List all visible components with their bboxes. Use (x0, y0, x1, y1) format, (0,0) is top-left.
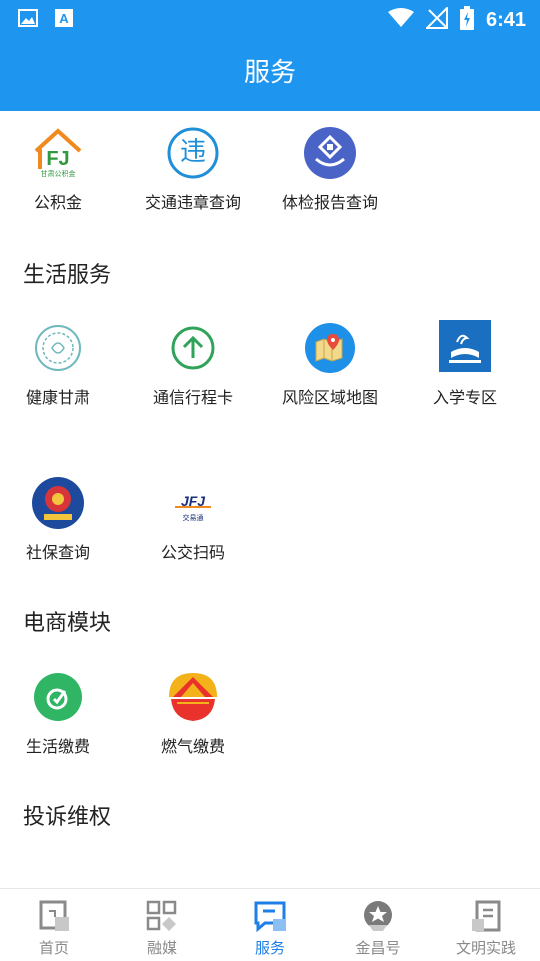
service-label: 通信行程卡 (152, 388, 233, 407)
traffic-violation-icon: 违 (165, 125, 221, 181)
section-title-life-services: 生活服务 (23, 263, 112, 288)
nav-label: 首页 (38, 939, 69, 957)
battery-charging-icon (459, 6, 474, 34)
service-label: 健康甘肃 (25, 388, 90, 407)
social-security-icon (30, 475, 86, 531)
nav-item-jinchang[interactable]: 金昌号 (324, 889, 432, 961)
service-bus-scan[interactable]: JFJ 交易通 公交扫码 (125, 461, 261, 571)
bottom-navigation: 首页 融媒 服务 金昌号 文明实践 (0, 888, 540, 961)
bus-scan-icon: JFJ 交易通 (165, 475, 221, 531)
health-report-icon (302, 125, 358, 181)
service-label: 风险区域地图 (281, 388, 378, 407)
home-icon (37, 899, 71, 933)
housing-fund-icon: FJ 甘肃公积金 (30, 125, 86, 181)
gas-payment-icon (165, 669, 221, 725)
no-signal-icon (424, 5, 448, 33)
service-label: 生活缴费 (25, 737, 90, 756)
service-risk-map[interactable]: 风险区域地图 (262, 306, 398, 416)
service-health-report[interactable]: 体检报告查询 (262, 111, 398, 221)
bus-scan-logo-text: 交易通 (182, 514, 204, 522)
clock: 6:41 (485, 8, 526, 31)
civilization-icon (469, 899, 503, 933)
travel-card-icon (165, 320, 221, 376)
media-icon (145, 899, 179, 933)
service-label: 燃气缴费 (160, 737, 225, 756)
nav-label: 金昌号 (355, 939, 401, 957)
health-gansu-icon (30, 320, 86, 376)
service-label: 公交扫码 (160, 543, 225, 562)
service-utility-payment[interactable]: 生活缴费 (0, 655, 126, 765)
traffic-violation-char: 违 (179, 137, 206, 167)
svg-text:A: A (59, 11, 69, 26)
housing-fund-logo-text: 甘肃公积金 (40, 170, 76, 178)
nav-label: 文明实践 (455, 939, 516, 957)
service-housing-fund[interactable]: FJ 甘肃公积金 公积金 (0, 111, 126, 221)
service-label: 公积金 (33, 193, 82, 212)
font-notification-icon: A (54, 8, 74, 32)
risk-map-icon (302, 320, 358, 376)
utility-payment-icon (30, 669, 86, 725)
enrollment-icon (437, 320, 493, 376)
service-content: FJ 甘肃公积金 公积金 违 交通违章查询 体检报告查询 生活服务 健康甘肃 通… (0, 111, 540, 888)
nav-label: 服务 (254, 939, 285, 957)
nav-item-civilization[interactable]: 文明实践 (432, 889, 540, 961)
app-bar: 服务 (0, 36, 540, 111)
service-enrollment[interactable]: 入学专区 (397, 306, 533, 416)
service-label: 交通违章查询 (144, 193, 241, 212)
nav-item-media[interactable]: 融媒 (108, 889, 216, 961)
service-traffic-violation[interactable]: 违 交通违章查询 (125, 111, 261, 221)
service-health-gansu[interactable]: 健康甘肃 (0, 306, 126, 416)
nav-item-service[interactable]: 服务 (216, 889, 324, 961)
page-title: 服务 (243, 58, 296, 88)
section-title-complaints[interactable]: 投诉维权 (23, 799, 111, 831)
service-gas-payment[interactable]: 燃气缴费 (125, 655, 261, 765)
service-icon (253, 899, 287, 933)
service-travel-card[interactable]: 通信行程卡 (125, 306, 261, 416)
svg-text:FJ: FJ (46, 148, 69, 170)
jinchang-icon (361, 899, 395, 933)
nav-label: 融媒 (146, 939, 177, 957)
section-title-ecommerce: 电商模块 (23, 611, 112, 636)
service-social-security[interactable]: 社保查询 (0, 461, 126, 571)
nav-item-home[interactable]: 首页 (0, 889, 108, 961)
wifi-icon (387, 8, 414, 32)
service-label: 体检报告查询 (281, 193, 378, 212)
gallery-notification-icon (18, 8, 38, 32)
status-bar: A 6:41 (0, 0, 540, 36)
service-label: 社保查询 (25, 543, 90, 562)
service-label: 入学专区 (432, 388, 497, 407)
